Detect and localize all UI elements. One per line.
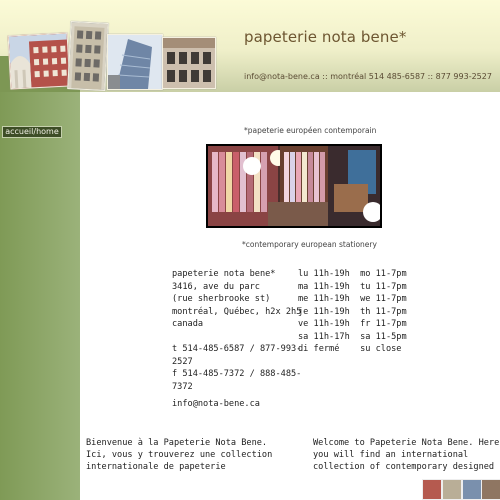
address-line: montréal, Québec, h2x 2h5: [172, 306, 302, 317]
welcome-line: Welcome to Papeterie Nota Bene. Here: [313, 438, 500, 448]
hours-row: je 11h-19h th 11-7pm: [298, 306, 407, 317]
hours-row: lu 11h-19h mo 11-7pm: [298, 269, 407, 279]
footer-photo-1: [422, 479, 442, 500]
hours-row: di fermé su close: [298, 344, 402, 354]
fax-line: 7372: [172, 381, 193, 392]
hours-row: sa 11h-17h sa 11-5pm: [298, 331, 407, 342]
address-line: canada: [172, 319, 204, 329]
header-photo-collage: [7, 21, 216, 92]
welcome-text-english: Welcome to Papeterie Nota Bene. Here you…: [313, 437, 499, 473]
phone-line: 2527: [172, 356, 193, 367]
building-photo-4: [162, 37, 216, 89]
building-photo-3: [107, 34, 163, 90]
footer-photo-3: [462, 479, 482, 500]
email-link[interactable]: info@nota-bene.ca: [172, 399, 260, 409]
hours-row: ve 11h-19h fr 11-7pm: [298, 319, 407, 329]
footer-photo-collage: [420, 477, 500, 500]
welcome-line: Ici, vous y trouverez une collection: [86, 450, 273, 460]
building-photo-2: [67, 21, 109, 91]
address-line: [172, 331, 301, 344]
footer-photo-4: [481, 479, 500, 500]
fax-line: f 514-485-7372 / 888-485-: [172, 369, 302, 379]
tagline-french: *papeterie européen contemporain: [244, 126, 377, 135]
welcome-text-french: Bienvenue à la Papeterie Nota Bene. Ici,…: [86, 437, 272, 473]
welcome-line: Bienvenue à la Papeterie Nota Bene.: [86, 438, 268, 448]
tagline-english: *contemporary european stationery: [242, 240, 377, 249]
store-address-block: papeterie nota bene* 3416, ave du parc (…: [172, 268, 301, 393]
header-contact-line: info@nota-bene.ca :: montréal 514 485-65…: [244, 72, 492, 81]
store-hours-block: lu 11h-19h mo 11-7pm ma 11h-19h tu 11-7p…: [298, 268, 407, 356]
site-title: papeterie nota bene*: [244, 28, 407, 46]
store-interior-photo: [206, 144, 382, 228]
header: papeterie nota bene* info@nota-bene.ca :…: [0, 0, 500, 92]
welcome-line: you will find an international: [313, 450, 469, 460]
sidebar: [0, 92, 80, 500]
phone-line: t 514-485-6587 / 877-993-: [172, 344, 302, 354]
welcome-line: internationale de papeterie: [86, 462, 226, 472]
building-photo-1: [7, 32, 71, 90]
address-line: papeterie nota bene*: [172, 269, 276, 279]
sidebar-item-home[interactable]: accueil/home: [2, 126, 62, 138]
hours-row: me 11h-19h we 11-7pm: [298, 294, 407, 304]
hours-row: ma 11h-19h tu 11-7pm: [298, 281, 407, 292]
address-line: 3416, ave du parc: [172, 281, 260, 292]
welcome-line: collection of contemporary designed: [313, 462, 495, 472]
sidebar-background: [0, 92, 80, 500]
address-line: (rue sherbrooke st): [172, 294, 271, 304]
footer-photo-2: [442, 479, 462, 500]
